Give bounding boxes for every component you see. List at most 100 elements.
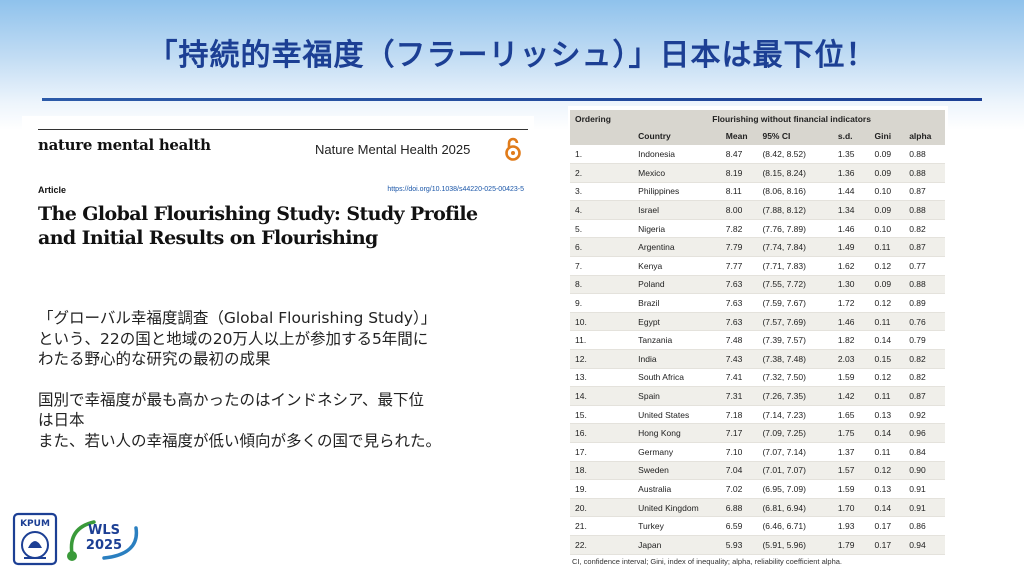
table-cell-mean: 7.17: [720, 423, 758, 443]
table-row: 13. South Africa 7.41 (7.32, 7.50) 1.59 0.12 0…: [570, 368, 945, 388]
table-cell-sd: 1.42: [832, 386, 870, 406]
journal-citation: Nature Mental Health 2025: [315, 142, 471, 157]
table-cell-mean: 7.63: [720, 275, 758, 295]
table-cell-gini: 0.14: [869, 423, 905, 443]
table-cell-gini: 0.09: [869, 275, 905, 295]
table-cell-ci: (7.32, 7.50): [757, 368, 833, 388]
table-cell-alpha: 0.88: [904, 163, 945, 183]
table-cell-country: Mexico: [633, 163, 721, 183]
table-cell-gini: 0.09: [869, 200, 905, 220]
table-cell-country: Turkey: [633, 516, 721, 536]
table-cell-country: Kenya: [633, 256, 721, 276]
table-cell-country: Brazil: [633, 293, 721, 313]
table-cell-alpha: 0.82: [904, 219, 945, 239]
table-cell-country: Spain: [633, 386, 721, 406]
table-cell-ord: 18.: [570, 461, 634, 481]
table-cell-ci: (7.07, 7.14): [757, 442, 833, 462]
table-cell-ci: (5.91, 5.96): [757, 535, 833, 555]
paper-header: nature mental health Nature Mental Healt…: [22, 116, 534, 274]
col-header-ci: 95% CI: [757, 127, 833, 145]
table-row: 9. Brazil 7.63 (7.59, 7.67) 1.72 0.12 0.89: [570, 293, 945, 313]
table-cell-ci: (7.14, 7.23): [757, 405, 833, 425]
article-label: Article: [38, 185, 67, 195]
table-cell-gini: 0.17: [869, 535, 905, 555]
table-footnote: CI, confidence interval; Gini, index of …: [572, 557, 843, 566]
table-cell-alpha: 0.77: [904, 256, 945, 276]
table-cell-mean: 7.63: [720, 312, 758, 332]
table-cell-gini: 0.10: [869, 182, 905, 202]
journal-logo: nature mental health: [38, 136, 211, 154]
doi-link[interactable]: https://doi.org/10.1038/s44220-025-00423…: [387, 186, 524, 193]
table-cell-country: Indonesia: [633, 145, 721, 165]
table-cell-mean: 7.48: [720, 330, 758, 351]
wls-2025-logo: WLS 2025: [67, 520, 139, 561]
table-cell-sd: 1.65: [832, 405, 870, 425]
table-cell-sd: 1.57: [832, 461, 870, 481]
table-cell-gini: 0.13: [869, 479, 905, 499]
table-cell-sd: 1.59: [832, 479, 870, 499]
table-cell-alpha: 0.90: [904, 461, 945, 481]
table-cell-mean: 7.04: [720, 461, 758, 481]
col-header-sd: s.d.: [832, 127, 870, 145]
table-cell-ci: (6.95, 7.09): [757, 479, 833, 499]
table-cell-ord: 6.: [570, 237, 634, 258]
desc-line: 国別で幸福度が最も高かったのはインドネシア、最下位: [38, 390, 424, 409]
table-cell-ci: (7.76, 7.89): [757, 219, 833, 239]
table-cell-mean: 7.77: [720, 256, 758, 276]
table-row: 4. Israel 8.00 (7.88, 8.12) 1.34 0.09 0.88: [570, 200, 945, 220]
table-cell-country: Hong Kong: [633, 423, 721, 443]
table-cell-country: India: [633, 349, 721, 369]
table-cell-mean: 7.79: [720, 237, 758, 258]
table-row: 1. Indonesia 8.47 (8.42, 8.52) 1.35 0.09 0.88: [570, 145, 945, 165]
wls-logo-line-1: WLS: [88, 523, 120, 538]
table-cell-gini: 0.12: [869, 293, 905, 313]
table-cell-gini: 0.10: [869, 219, 905, 239]
table-cell-alpha: 0.88: [904, 275, 945, 295]
table-cell-country: Japan: [633, 535, 721, 555]
table-cell-country: Tanzania: [633, 330, 721, 351]
table-cell-mean: 7.41: [720, 368, 758, 388]
table-cell-ord: 4.: [570, 200, 634, 220]
table-cell-country: Israel: [633, 200, 721, 220]
table-cell-sd: 1.82: [832, 330, 870, 351]
table-cell-ord: 21.: [570, 516, 634, 536]
table-cell-ord: 13.: [570, 368, 634, 388]
table-cell-country: Sweden: [633, 461, 721, 481]
table-cell-mean: 7.02: [720, 479, 758, 499]
table-cell-ci: (8.42, 8.52): [757, 145, 833, 165]
table-cell-ci: (6.81, 6.94): [757, 498, 833, 518]
table-cell-ord: 15.: [570, 405, 634, 425]
table-cell-gini: 0.11: [869, 237, 905, 258]
table-cell-ord: 12.: [570, 349, 634, 369]
table-cell-ci: (7.26, 7.35): [757, 386, 833, 406]
table-cell-mean: 7.63: [720, 293, 758, 313]
table-cell-sd: 1.36: [832, 163, 870, 183]
table-cell-alpha: 0.82: [904, 349, 945, 369]
table-cell-sd: 1.75: [832, 423, 870, 443]
table-row: 5. Nigeria 7.82 (7.76, 7.89) 1.46 0.10 0.82: [570, 219, 945, 239]
slide-title: 「持続的幸福度（フラーリッシュ）」日本は最下位！: [147, 38, 877, 73]
table-cell-country: Egypt: [633, 312, 721, 332]
table-cell-sd: 1.46: [832, 219, 870, 239]
table-cell-mean: 7.10: [720, 442, 758, 462]
table-cell-sd: 1.70: [832, 498, 870, 518]
table-cell-alpha: 0.89: [904, 293, 945, 313]
table-cell-mean: 7.43: [720, 349, 758, 369]
table-cell-sd: 1.30: [832, 275, 870, 295]
table-row: 7. Kenya 7.77 (7.71, 7.83) 1.62 0.12 0.77: [570, 256, 945, 276]
table-row: 6. Argentina 7.79 (7.74, 7.84) 1.49 0.11 0.87: [570, 237, 945, 258]
table-cell-ci: (7.55, 7.72): [757, 275, 833, 295]
table-cell-sd: 1.93: [832, 516, 870, 536]
table-row: 20. United Kingdom 6.88 (6.81, 6.94) 1.70 0.1…: [570, 498, 945, 518]
table-cell-alpha: 0.84: [904, 442, 945, 462]
table-cell-ci: (7.57, 7.69): [757, 312, 833, 332]
table-row: 15. United States 7.18 (7.14, 7.23) 1.65 0.13…: [570, 405, 945, 425]
table-cell-country: Poland: [633, 275, 721, 295]
table-cell-sd: 2.03: [832, 349, 870, 369]
table-row: 3. Philippines 8.11 (8.06, 8.16) 1.44 0.10 0.8…: [570, 182, 945, 202]
table-body: 1. Indonesia 8.47 (8.42, 8.52) 1.35 0.09 0.88 2…: [570, 145, 945, 555]
table-cell-alpha: 0.91: [904, 498, 945, 518]
table-cell-ord: 2.: [570, 163, 634, 183]
col-header-gini: Gini: [869, 127, 905, 145]
table-row: 16. Hong Kong 7.17 (7.09, 7.25) 1.75 0.14 0.96: [570, 423, 945, 443]
